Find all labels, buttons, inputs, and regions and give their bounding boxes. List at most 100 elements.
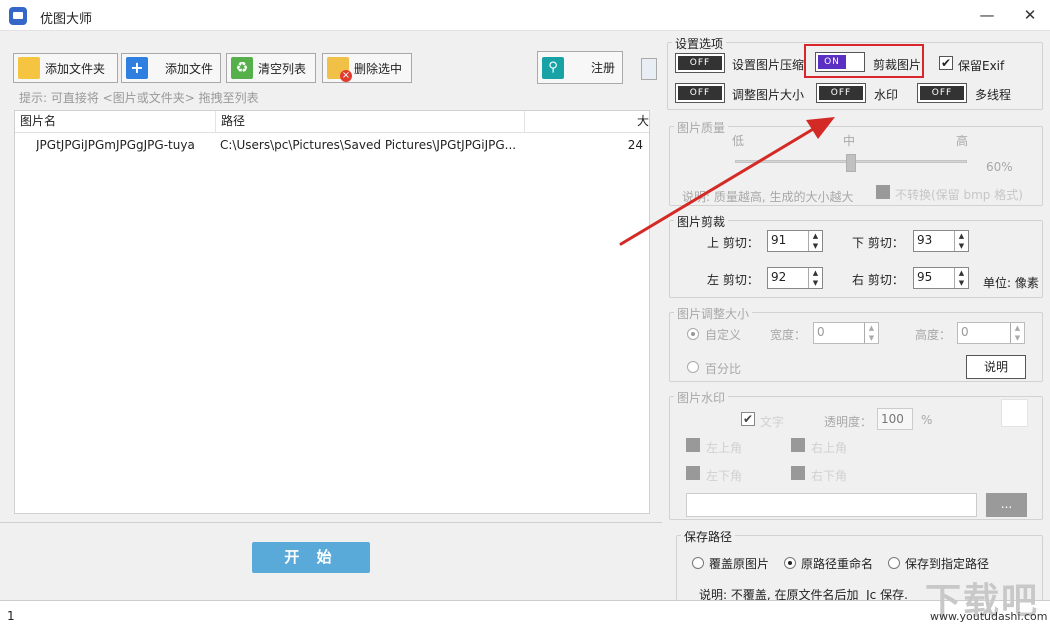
resize-custom-label: 自定义 xyxy=(705,328,742,342)
top-left-checkbox[interactable] xyxy=(686,438,700,452)
overwrite-label: 覆盖原图片 xyxy=(709,557,770,571)
no-convert-checkbox[interactable] xyxy=(876,185,890,199)
crop-toggle-state: ON xyxy=(818,55,846,69)
quality-low-label: 低 xyxy=(732,134,745,148)
add-file-label: 添加文件 xyxy=(165,61,214,76)
spin-up-icon[interactable]: ▲ xyxy=(954,268,968,278)
delete-selected-button[interactable]: 删除选中 xyxy=(322,53,412,83)
compress-label: 设置图片压缩 xyxy=(732,58,805,72)
custom-path-radio[interactable] xyxy=(888,557,900,569)
browse-button[interactable]: ... xyxy=(986,493,1027,517)
column-header-name[interactable]: 图片名 xyxy=(15,111,216,133)
crop-left-spinner[interactable]: 92 ▲ ▼ xyxy=(767,267,823,289)
watermark-color-swatch[interactable] xyxy=(1001,399,1028,427)
register-button[interactable]: ⚲ 注册 xyxy=(537,51,623,84)
window-title: 优图大师 xyxy=(40,12,93,27)
quality-slider-thumb[interactable] xyxy=(846,154,856,172)
watermark-text-label: 文字 xyxy=(760,415,785,429)
top-right-label: 右上角 xyxy=(811,441,848,455)
save-path-title: 保存路径 xyxy=(681,528,736,545)
watermark-toggle[interactable]: OFF xyxy=(816,83,866,103)
resize-height-spinner[interactable]: 0 ▲ ▼ xyxy=(957,322,1025,344)
bottom-right-label: 右下角 xyxy=(811,469,848,483)
spin-down-icon[interactable]: ▼ xyxy=(954,278,968,288)
spin-down-icon[interactable]: ▼ xyxy=(954,241,968,251)
resize-width-spinner[interactable]: 0 ▲ ▼ xyxy=(813,322,879,344)
bottom-left-checkbox[interactable] xyxy=(686,466,700,480)
top-right-checkbox[interactable] xyxy=(791,438,805,452)
compress-toggle[interactable]: OFF xyxy=(675,53,725,73)
crop-right-label: 右 剪切： xyxy=(852,273,904,287)
resize-title: 图片调整大小 xyxy=(674,305,753,322)
resize-toggle-state: OFF xyxy=(678,86,722,100)
clear-list-button[interactable]: ♻ 清空列表 xyxy=(226,53,316,83)
add-folder-label: 添加文件夹 xyxy=(45,61,106,76)
resize-percent-label: 百分比 xyxy=(705,362,742,376)
spin-down-icon[interactable]: ▼ xyxy=(808,241,822,251)
spin-up-icon[interactable]: ▲ xyxy=(808,231,822,241)
keep-exif-label: 保留Exif xyxy=(958,59,1005,73)
rename-label: 原路径重命名 xyxy=(801,557,874,571)
divider xyxy=(0,522,662,523)
row-path-cell[interactable]: C:\Users\pc\Pictures\Saved Pictures\JPGt… xyxy=(220,135,520,155)
close-button[interactable]: ✕ xyxy=(1015,4,1045,26)
resize-percent-radio[interactable] xyxy=(687,361,699,373)
crop-top-value: 91 xyxy=(771,233,787,247)
explain-button[interactable]: 说明 xyxy=(966,355,1026,379)
watermark-text-input[interactable] xyxy=(686,493,977,517)
resize-height-label: 高度： xyxy=(915,328,952,342)
resize-height-value: 0 xyxy=(961,325,969,339)
spin-down-icon[interactable]: ▼ xyxy=(864,333,878,343)
spin-up-icon[interactable]: ▲ xyxy=(1010,323,1024,333)
status-count: 1 xyxy=(7,609,15,623)
spin-down-icon[interactable]: ▼ xyxy=(1010,333,1024,343)
overwrite-radio[interactable] xyxy=(692,557,704,569)
no-convert-label: 不转换(保留 bmp 格式) xyxy=(895,188,1023,202)
quality-note: 说明: 质量越高, 生成的大小越大 xyxy=(682,190,854,204)
crop-title: 图片剪裁 xyxy=(674,213,729,230)
recycle-icon: ♻ xyxy=(231,57,253,79)
opacity-label: 透明度： xyxy=(824,415,873,429)
plus-icon: + xyxy=(126,57,148,79)
crop-bottom-spinner[interactable]: 93 ▲ ▼ xyxy=(913,230,969,252)
minimize-button[interactable]: — xyxy=(972,4,1002,26)
file-table[interactable]: 图片名 路径 大 JPGtJPGiJPGmJPGgJPG-tuya C:\Use… xyxy=(14,110,650,514)
add-file-button[interactable]: + 添加文件 xyxy=(121,53,221,83)
crop-right-spinner[interactable]: 95 ▲ ▼ xyxy=(913,267,969,289)
crop-left-label: 左 剪切： xyxy=(707,273,759,287)
column-header-path[interactable]: 路径 xyxy=(216,111,525,133)
resize-custom-radio[interactable] xyxy=(687,328,699,340)
custom-path-label: 保存到指定路径 xyxy=(905,557,990,571)
multithread-toggle-state: OFF xyxy=(920,86,964,100)
watermark-label: 水印 xyxy=(874,88,899,102)
add-folder-button[interactable]: 添加文件夹 xyxy=(13,53,118,83)
row-size-cell[interactable]: 24 xyxy=(575,135,643,155)
spin-up-icon[interactable]: ▲ xyxy=(808,268,822,278)
bottom-right-checkbox[interactable] xyxy=(791,466,805,480)
quality-mid-label: 中 xyxy=(843,134,856,148)
spin-up-icon[interactable]: ▲ xyxy=(954,231,968,241)
top-left-label: 左上角 xyxy=(706,441,743,455)
crop-bottom-label: 下 剪切： xyxy=(852,236,904,250)
opacity-input[interactable]: 100 xyxy=(877,408,913,430)
crop-top-spinner[interactable]: 91 ▲ ▼ xyxy=(767,230,823,252)
keep-exif-checkbox[interactable]: ✔ xyxy=(939,56,953,70)
avatar-icon[interactable] xyxy=(641,58,657,80)
crop-toggle[interactable]: ON xyxy=(815,52,865,72)
spin-down-icon[interactable]: ▼ xyxy=(808,278,822,288)
resize-toggle[interactable]: OFF xyxy=(675,83,725,103)
rename-radio[interactable] xyxy=(784,557,796,569)
column-header-size[interactable]: 大 xyxy=(525,111,651,133)
bottom-left-label: 左下角 xyxy=(706,469,743,483)
multithread-toggle[interactable]: OFF xyxy=(917,83,967,103)
spin-up-icon[interactable]: ▲ xyxy=(864,323,878,333)
quality-title: 图片质量 xyxy=(674,119,729,136)
folder-add-icon xyxy=(18,57,40,79)
site-url-watermark: www.youtudashi.com xyxy=(930,610,1048,623)
watermark-text-checkbox[interactable]: ✔ xyxy=(741,412,755,426)
start-button[interactable]: 开 始 xyxy=(252,542,370,573)
clear-list-label: 清空列表 xyxy=(258,61,307,76)
crop-unit: 单位: 像素 xyxy=(983,276,1039,290)
app-icon xyxy=(9,7,27,25)
row-name-cell[interactable]: JPGtJPGiJPGmJPGgJPG-tuya xyxy=(36,135,214,155)
